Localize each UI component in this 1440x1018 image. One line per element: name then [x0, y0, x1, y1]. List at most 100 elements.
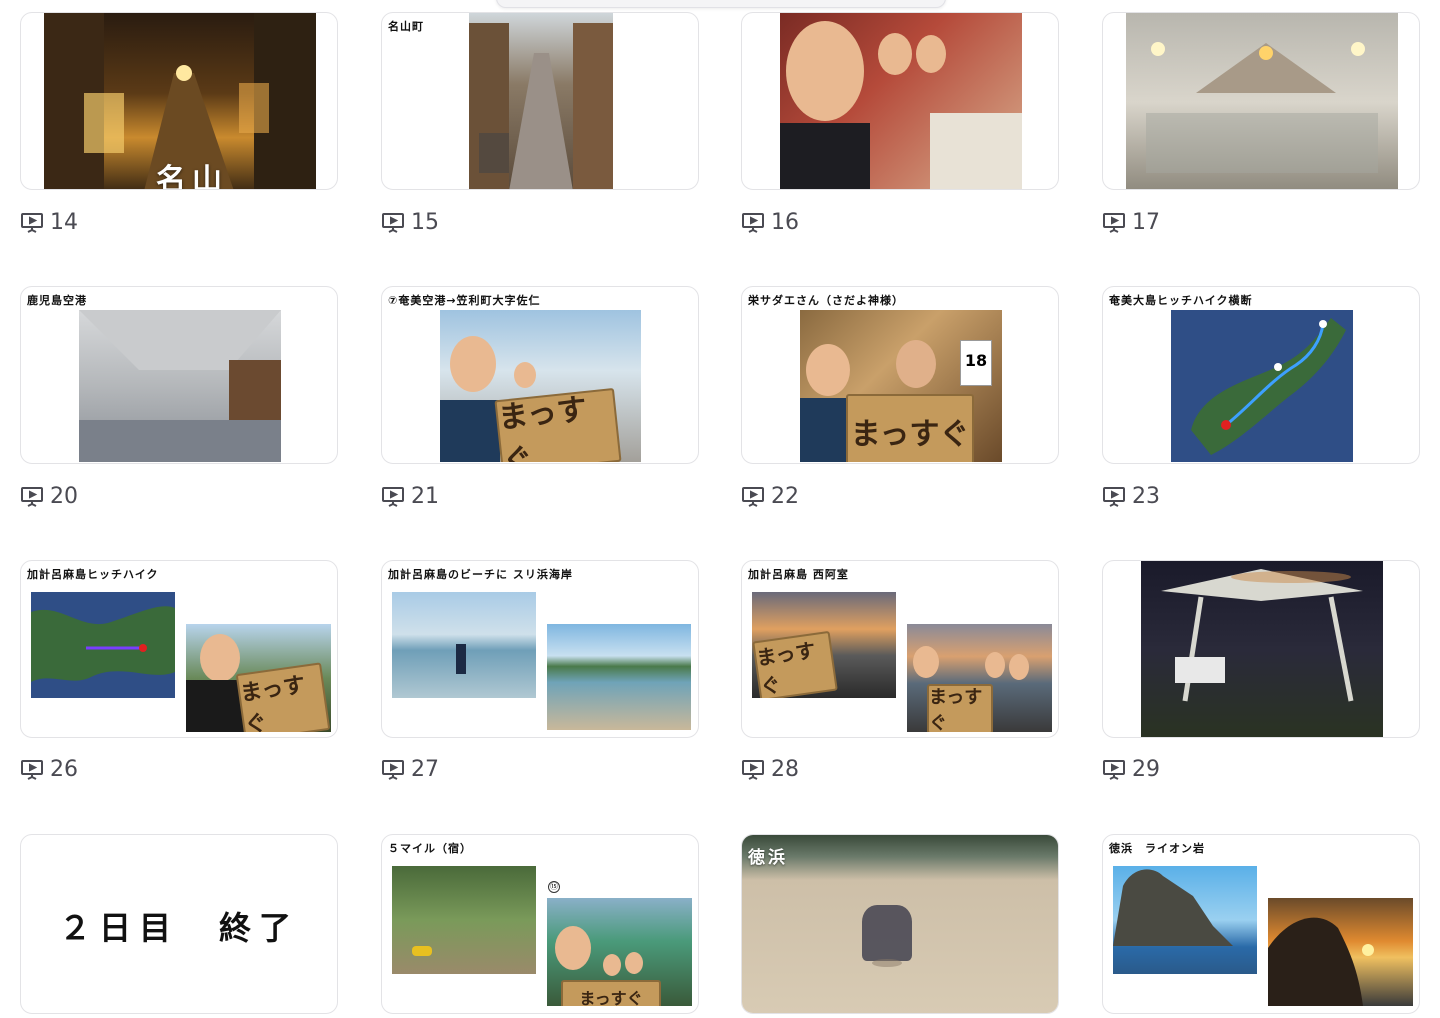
- slide-number-29: 29: [1102, 757, 1160, 782]
- slide-number-28: 28: [741, 757, 799, 782]
- slide-number-17: 17: [1102, 210, 1160, 235]
- slide-number-label: 17: [1132, 210, 1160, 235]
- presentation-icon: [1103, 212, 1125, 233]
- person-face: [878, 33, 912, 75]
- person-face: [896, 340, 936, 388]
- map-image: [31, 592, 175, 698]
- slide-overlay-title: 名山: [156, 163, 228, 190]
- presentation-icon: [21, 212, 43, 233]
- slide-thumbnail-tokuhama[interactable]: 徳浜: [741, 834, 1059, 1014]
- slide-number-label: 26: [50, 757, 78, 782]
- slide-number-label: 20: [50, 484, 78, 509]
- slide-photo: [79, 310, 281, 462]
- person-face: [806, 344, 850, 396]
- slide-overlay-title: 徳浜: [748, 848, 788, 868]
- person-face: [450, 336, 496, 392]
- hitchhike-sign: まっすぐ: [561, 980, 661, 1006]
- slide-number-label: 27: [411, 757, 439, 782]
- slide-thumbnail-26[interactable]: 加計呂麻島ヒッチハイク まっすぐ: [20, 560, 338, 738]
- slide-thumbnail-20[interactable]: 鹿児島空港: [20, 286, 338, 464]
- slide-photo: [1126, 13, 1398, 189]
- slide-number-14: 14: [20, 210, 78, 235]
- hitchhike-sign: まっすぐ: [235, 662, 331, 732]
- hitchhike-sign: まっすぐ: [927, 684, 993, 732]
- presentation-icon: [382, 759, 404, 780]
- slide-thumbnail-27[interactable]: 加計呂麻島のビーチに スリ浜海岸: [381, 560, 699, 738]
- slide-thumbnail-15[interactable]: 名山町: [381, 12, 699, 190]
- slide-photo: [1268, 898, 1413, 1006]
- slide-thumbnail-day-end[interactable]: ２日目 終了: [20, 834, 338, 1014]
- slide-thumbnail-17[interactable]: [1102, 12, 1420, 190]
- slide-photo: [780, 13, 1022, 189]
- presentation-icon: [21, 486, 43, 507]
- slide-title: 鹿児島空港: [27, 294, 87, 307]
- slide-number-27: 27: [381, 757, 439, 782]
- slide-photo: 18 まっすぐ: [800, 310, 1002, 462]
- slide-photo: まっすぐ: [752, 592, 896, 698]
- slide-thumbnail-23[interactable]: 奄美大島ヒッチハイク横断: [1102, 286, 1420, 464]
- slide-thumbnail-21[interactable]: ⑦奄美空港→笠利町大字佐仁 まっすぐ: [381, 286, 699, 464]
- slide-photo: まっすぐ: [440, 310, 641, 462]
- slide-photo: まっすぐ: [186, 624, 331, 732]
- slide-number-23: 23: [1102, 484, 1160, 509]
- slide-thumbnail-lion-rock[interactable]: 徳浜 ライオン岩: [1102, 834, 1420, 1014]
- slide-number-label: 14: [50, 210, 78, 235]
- slide-title: 奄美大島ヒッチハイク横断: [1109, 294, 1253, 307]
- presentation-icon: [742, 212, 764, 233]
- slide-photo: [392, 592, 536, 698]
- slide-photo: [392, 866, 536, 974]
- slide-photo: [469, 13, 613, 189]
- top-toolbar-edge: [496, 0, 946, 8]
- person-face: [555, 926, 591, 970]
- slide-thumbnail-16[interactable]: [741, 12, 1059, 190]
- map-image: [1171, 310, 1353, 462]
- slide-number-label: 23: [1132, 484, 1160, 509]
- person-face: [913, 646, 939, 678]
- presentation-icon: [382, 212, 404, 233]
- slide-number-16: 16: [741, 210, 799, 235]
- hitchhike-sign: まっすぐ: [752, 630, 838, 698]
- slide-thumbnail-28[interactable]: 加計呂麻島 西阿室 まっすぐ まっすぐ: [741, 560, 1059, 738]
- person-face: [514, 362, 536, 388]
- slide-number-label: 28: [771, 757, 799, 782]
- slide-title: 名山町: [388, 20, 424, 33]
- presentation-icon: [742, 759, 764, 780]
- slide-marker-number: ⑮: [548, 881, 560, 893]
- slide-photo: まっすぐ: [547, 898, 692, 1006]
- slide-title: 加計呂麻島ヒッチハイク: [27, 568, 159, 581]
- person-face: [916, 35, 946, 73]
- presentation-icon: [1103, 759, 1125, 780]
- slide-photo: 名山: [44, 13, 316, 190]
- slide-photo: まっすぐ: [907, 624, 1052, 732]
- slide-title: 加計呂麻島 西阿室: [748, 568, 849, 581]
- slide-title: 加計呂麻島のビーチに スリ浜海岸: [388, 568, 573, 581]
- slide-photo: [1113, 866, 1257, 974]
- slide-center-text: ２日目 終了: [58, 909, 299, 947]
- person-face: [985, 652, 1005, 678]
- presentation-icon: [742, 486, 764, 507]
- person-face: [603, 954, 621, 976]
- slide-photo: [742, 835, 1058, 1013]
- hitchhike-sign: まっすぐ: [494, 387, 622, 462]
- slide-number-label: 22: [771, 484, 799, 509]
- hitchhike-sign: まっすぐ: [846, 394, 974, 462]
- presentation-icon: [21, 759, 43, 780]
- person-face: [625, 952, 643, 974]
- slide-number-15: 15: [381, 210, 439, 235]
- slide-photo: [547, 624, 691, 730]
- person-face: [1009, 654, 1029, 680]
- slide-number-label: 21: [411, 484, 439, 509]
- slide-thumbnail-14[interactable]: 名山: [20, 12, 338, 190]
- presentation-icon: [1103, 486, 1125, 507]
- slide-title: ５マイル（宿）: [388, 842, 472, 855]
- slide-number-label: 16: [771, 210, 799, 235]
- slide-number-label: 29: [1132, 757, 1160, 782]
- slide-title: 栄サダエさん（さだよ神様）: [748, 294, 904, 307]
- slide-thumbnail-29[interactable]: [1102, 560, 1420, 738]
- presentation-icon: [382, 486, 404, 507]
- slide-number-22: 22: [741, 484, 799, 509]
- slide-thumbnail-22[interactable]: 栄サダエさん（さだよ神様） 18 まっすぐ: [741, 286, 1059, 464]
- person-face: [200, 634, 240, 682]
- slide-number-21: 21: [381, 484, 439, 509]
- slide-thumbnail-five-mile[interactable]: ５マイル（宿） ⑮ まっすぐ: [381, 834, 699, 1014]
